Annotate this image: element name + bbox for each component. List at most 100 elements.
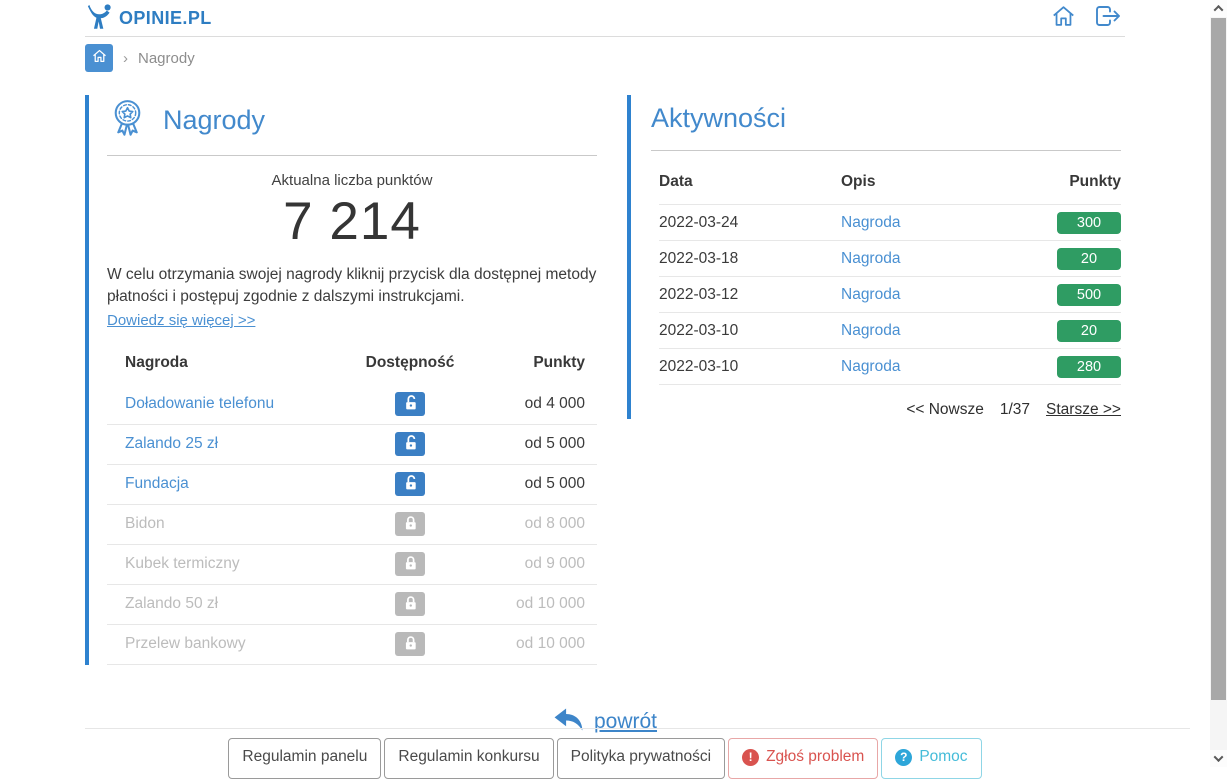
scrollbar-down-button[interactable] xyxy=(1210,750,1227,767)
chevron-up-icon xyxy=(1214,5,1224,15)
page: OPINIE.PL xyxy=(85,0,1125,737)
reward-points: od 9 000 xyxy=(480,555,585,573)
breadcrumb-current: Nagrody xyxy=(138,50,195,67)
activity-link[interactable]: Nagroda xyxy=(841,358,1011,376)
back-link[interactable]: powrót xyxy=(594,710,657,734)
reward-name: Przelew bankowy xyxy=(125,635,340,653)
pagination-page: 1/37 xyxy=(1000,401,1030,419)
activities-table-header: Data Opis Punkty xyxy=(659,173,1121,205)
column-header-opis: Opis xyxy=(841,173,1011,191)
unlock-button[interactable] xyxy=(395,432,425,456)
unlock-button[interactable] xyxy=(395,392,425,416)
scrollbar-thumb[interactable] xyxy=(1211,18,1226,700)
points-badge: 20 xyxy=(1057,248,1121,270)
scrollbar-up-button[interactable] xyxy=(1210,0,1227,17)
table-row: 2022-03-10 Nagroda 20 xyxy=(659,313,1121,349)
learn-more-link[interactable]: Dowiedz się więcej >> xyxy=(107,312,255,329)
button-label: Regulamin panelu xyxy=(242,748,367,766)
main-content: Nagrody Aktualna liczba punktów 7 214 W … xyxy=(85,95,1125,665)
table-row: Doładowanie telefonu od 4 000 xyxy=(107,385,597,425)
zglos-problem-button[interactable]: ! Zgłoś problem xyxy=(728,738,878,779)
reward-points: od 8 000 xyxy=(480,515,585,533)
activity-date: 2022-03-10 xyxy=(659,322,841,340)
table-row: Kubek termiczny od 9 000 xyxy=(107,545,597,585)
medal-icon xyxy=(107,97,148,143)
points-value: 7 214 xyxy=(107,191,597,252)
home-icon xyxy=(91,48,108,69)
reward-name: Bidon xyxy=(125,515,340,533)
breadcrumb-separator: › xyxy=(123,50,128,67)
back: powrót xyxy=(85,707,1125,737)
lock-button xyxy=(395,592,425,616)
lock-button xyxy=(395,632,425,656)
unlock-icon xyxy=(401,393,420,415)
lock-icon xyxy=(401,553,420,575)
home-icon[interactable] xyxy=(1050,3,1077,34)
back-arrow-icon[interactable] xyxy=(553,707,584,737)
column-header-punkty: Punkty xyxy=(480,354,585,372)
button-label: Regulamin konkursu xyxy=(398,748,539,766)
table-row: Zalando 25 zł od 5 000 xyxy=(107,425,597,465)
button-label: Zgłoś problem xyxy=(766,748,864,766)
regulamin-konkursu-button[interactable]: Regulamin konkursu xyxy=(384,738,553,779)
scrollbar[interactable] xyxy=(1210,0,1227,767)
table-row: Bidon od 8 000 xyxy=(107,505,597,545)
column-header-punkty: Punkty xyxy=(1011,173,1121,191)
pomoc-button[interactable]: ? Pomoc xyxy=(881,738,981,779)
reward-link[interactable]: Fundacja xyxy=(125,475,340,493)
points-badge: 300 xyxy=(1057,212,1121,234)
activities-title: Aktywności xyxy=(651,103,786,133)
unlock-button[interactable] xyxy=(395,472,425,496)
table-row: 2022-03-12 Nagroda 500 xyxy=(659,277,1121,313)
activity-link[interactable]: Nagroda xyxy=(841,214,1011,232)
regulamin-panelu-button[interactable]: Regulamin panelu xyxy=(228,738,381,779)
reward-link[interactable]: Zalando 25 zł xyxy=(125,435,340,453)
column-header-dostepnosc: Dostępność xyxy=(340,354,480,372)
reward-points: od 5 000 xyxy=(480,475,585,493)
question-circle-icon: ? xyxy=(895,749,912,766)
activities-table: Data Opis Punkty 2022-03-24 Nagroda 300 … xyxy=(651,173,1121,385)
rewards-instructions: W celu otrzymania swojej nagrody kliknij… xyxy=(107,264,597,309)
table-row: Zalando 50 zł od 10 000 xyxy=(107,585,597,625)
points-badge: 500 xyxy=(1057,284,1121,306)
pagination-older[interactable]: Starsze >> xyxy=(1046,401,1121,419)
button-label: Polityka prywatności xyxy=(571,748,711,766)
rewards-panel-header: Nagrody xyxy=(107,95,597,156)
breadcrumb: › Nagrody xyxy=(85,44,1125,72)
activity-link[interactable]: Nagroda xyxy=(841,322,1011,340)
activity-date: 2022-03-18 xyxy=(659,250,841,268)
button-label: Pomoc xyxy=(919,748,967,766)
activity-date: 2022-03-12 xyxy=(659,286,841,304)
table-row: 2022-03-10 Nagroda 280 xyxy=(659,349,1121,385)
footer-buttons: Regulamin panelu Regulamin konkursu Poli… xyxy=(0,738,1210,779)
logo: OPINIE.PL xyxy=(85,2,212,35)
pagination: << Nowsze 1/37 Starsze >> xyxy=(651,401,1121,419)
unlock-icon xyxy=(401,433,420,455)
points-badge: 20 xyxy=(1057,320,1121,342)
top-bar: OPINIE.PL xyxy=(85,0,1125,37)
footer-divider xyxy=(85,728,1190,729)
pagination-newer[interactable]: << Nowsze xyxy=(906,401,984,419)
points-caption: Aktualna liczba punktów xyxy=(107,172,597,189)
logout-icon[interactable] xyxy=(1093,3,1123,34)
table-row: 2022-03-18 Nagroda 20 xyxy=(659,241,1121,277)
lock-icon xyxy=(401,513,420,535)
table-row: Przelew bankowy od 10 000 xyxy=(107,625,597,665)
activity-link[interactable]: Nagroda xyxy=(841,286,1011,304)
logo-person-icon xyxy=(85,2,114,35)
column-header-data: Data xyxy=(659,173,841,191)
breadcrumb-home-button[interactable] xyxy=(85,44,113,72)
rewards-panel: Nagrody Aktualna liczba punktów 7 214 W … xyxy=(85,95,597,665)
exclamation-circle-icon: ! xyxy=(742,749,759,766)
activity-link[interactable]: Nagroda xyxy=(841,250,1011,268)
polityka-prywatnosci-button[interactable]: Polityka prywatności xyxy=(557,738,725,779)
lock-icon xyxy=(401,633,420,655)
lock-button xyxy=(395,552,425,576)
unlock-icon xyxy=(401,473,420,495)
rewards-title: Nagrody xyxy=(163,105,265,136)
reward-name: Zalando 50 zł xyxy=(125,595,340,613)
table-row: 2022-03-24 Nagroda 300 xyxy=(659,205,1121,241)
lock-icon xyxy=(401,593,420,615)
reward-link[interactable]: Doładowanie telefonu xyxy=(125,395,340,413)
rewards-table-header: Nagroda Dostępność Punkty xyxy=(107,348,597,385)
